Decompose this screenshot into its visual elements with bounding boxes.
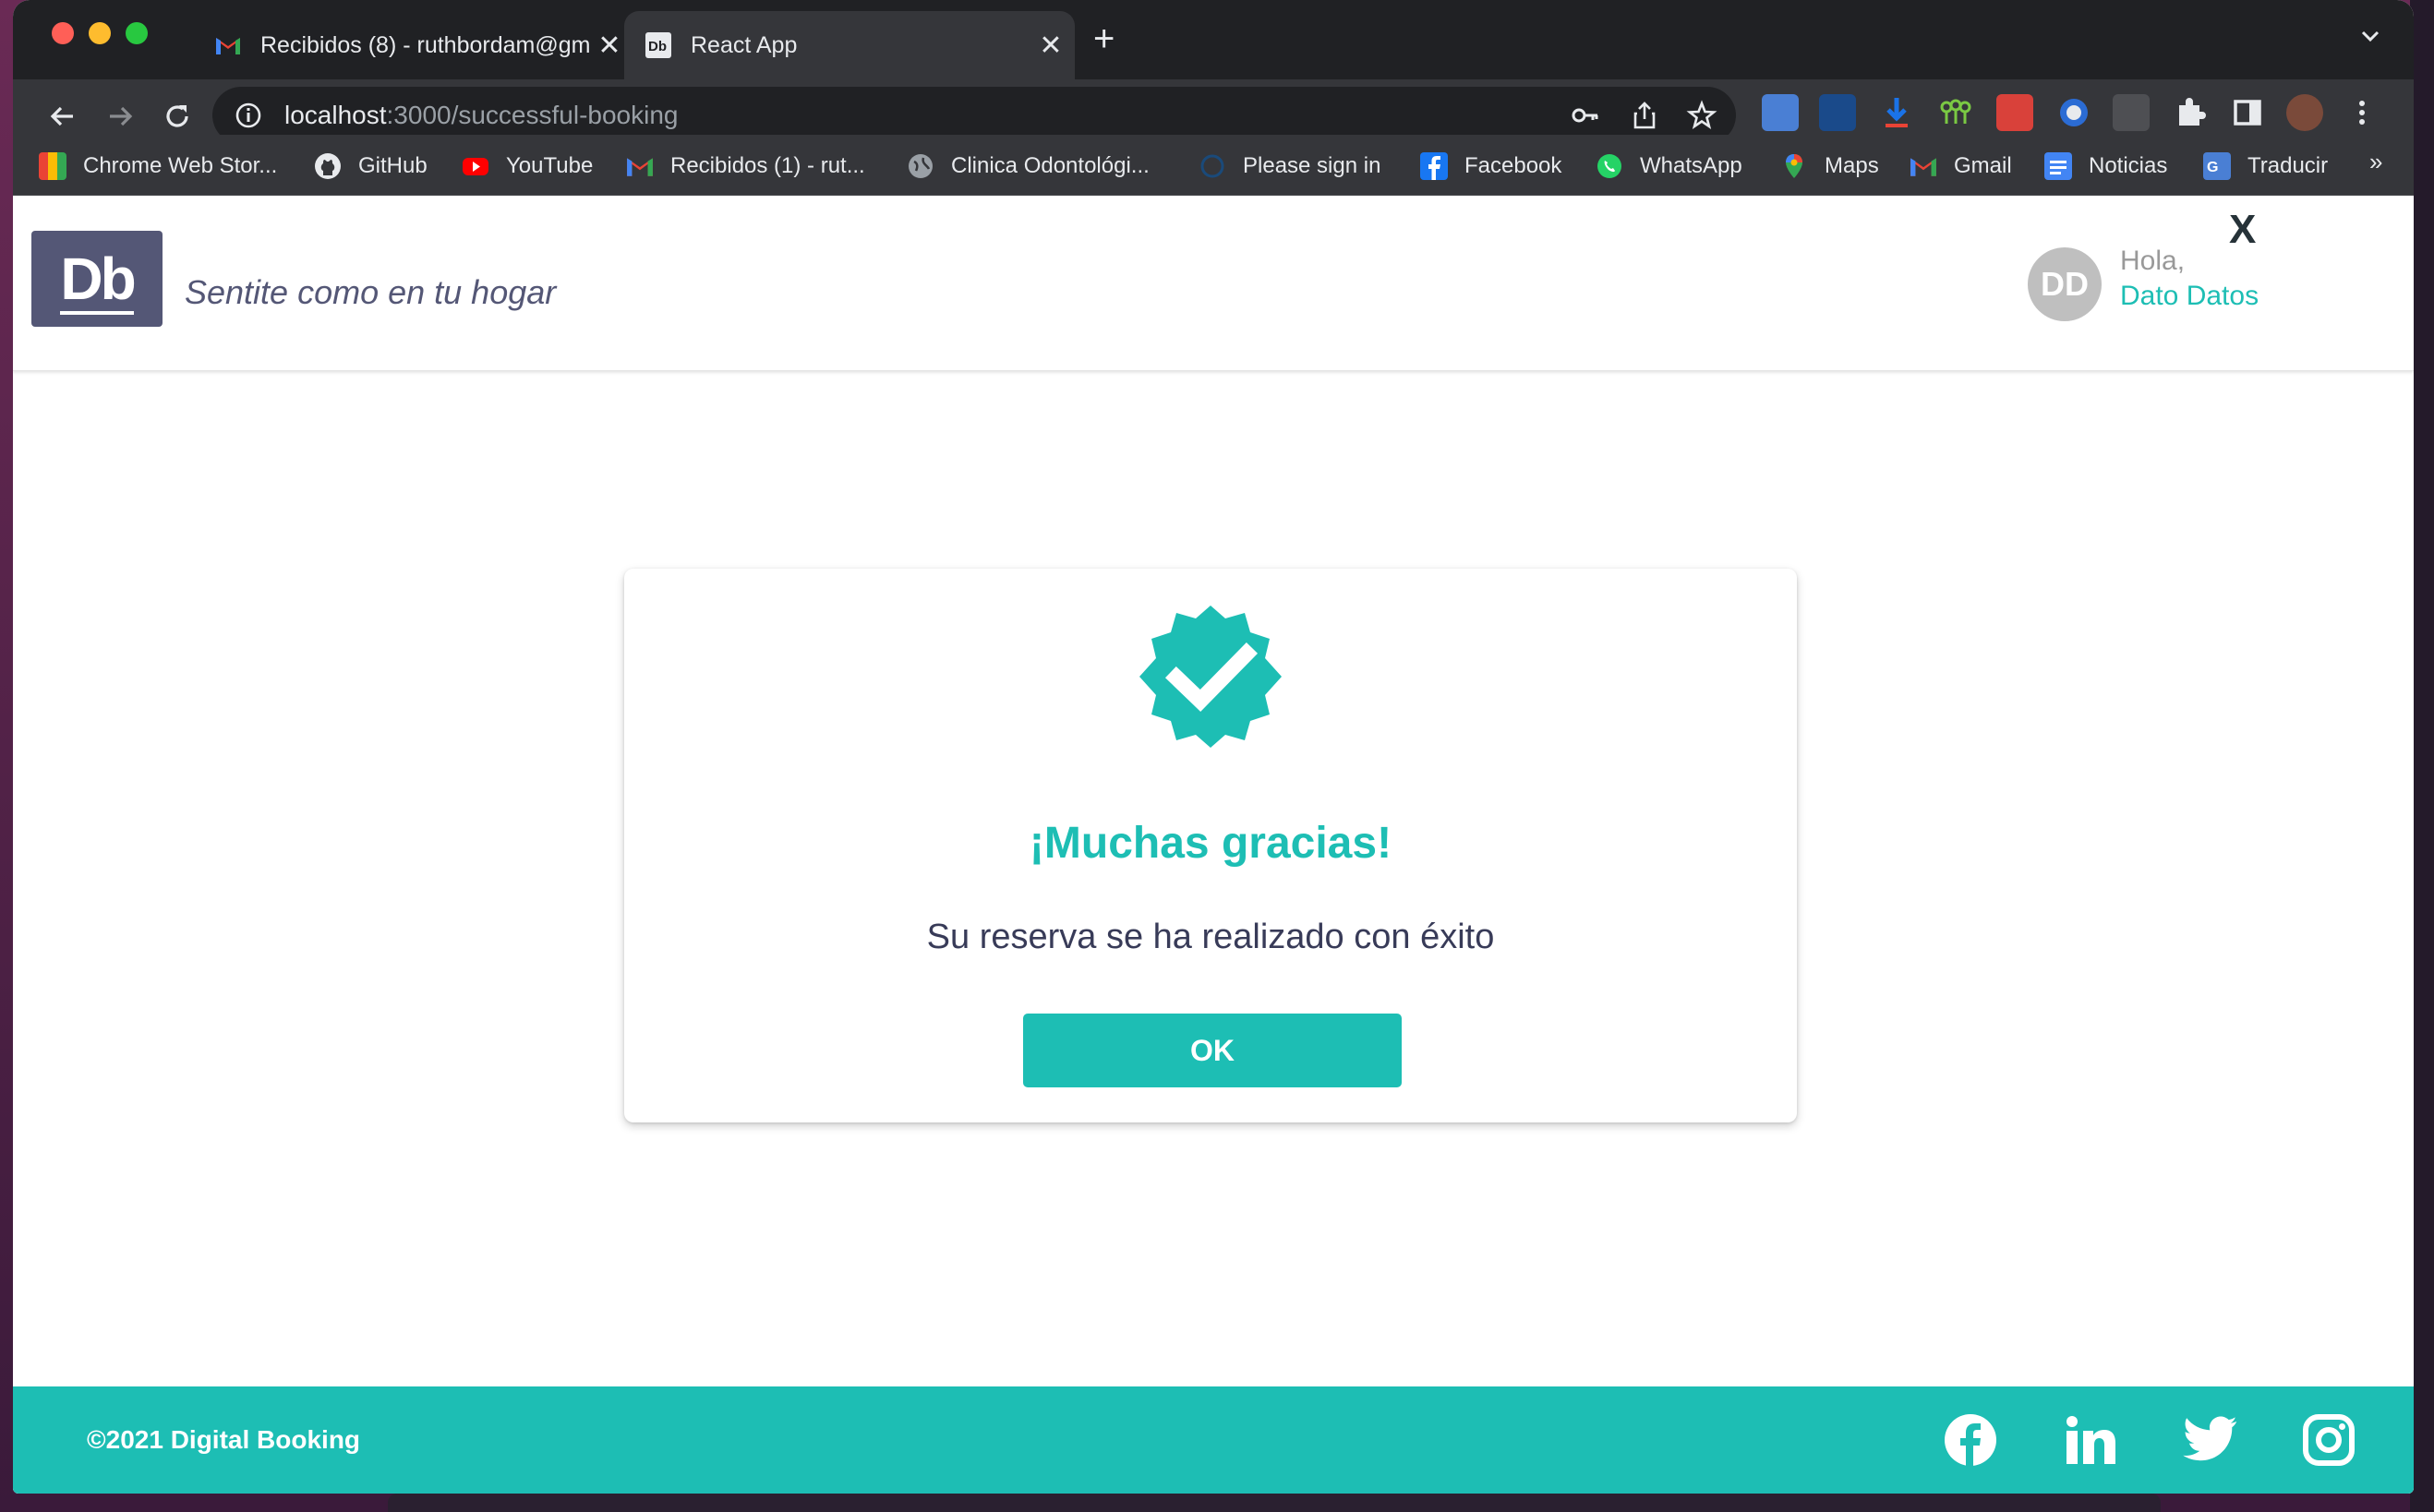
bookmark-label: Please sign in <box>1243 153 1381 178</box>
github-icon <box>314 152 342 180</box>
metrics-extension-icon[interactable] <box>1937 94 1974 131</box>
extensions-puzzle-icon[interactable] <box>2172 94 2209 131</box>
globe-icon <box>907 152 934 180</box>
logo-text: Db <box>60 246 137 315</box>
success-card: ¡Muchas gracias! Su reserva se ha realiz… <box>624 569 1797 1122</box>
red-extension-icon[interactable] <box>1996 94 2033 131</box>
linkedin-icon[interactable] <box>2063 1412 2118 1468</box>
db-favicon-icon: Db <box>645 31 672 59</box>
bookmark-whatsapp[interactable]: WhatsApp <box>1596 148 1742 185</box>
blue-circle-extension-icon[interactable] <box>2055 94 2092 131</box>
success-title: ¡Muchas gracias! <box>1029 819 1392 868</box>
verified-check-badge-icon <box>1139 606 1282 748</box>
instagram-icon[interactable] <box>2301 1412 2356 1468</box>
reload-icon[interactable] <box>155 94 199 138</box>
bookmark-label: Recibidos (1) - rut... <box>670 153 865 178</box>
bookmark-label: Clinica Odontológi... <box>951 153 1150 178</box>
avatar-initials: DD <box>2041 265 2089 303</box>
bookmark-traducir[interactable]: G Traducir <box>2203 148 2328 185</box>
user-greeting: Hola, <box>2120 246 2186 276</box>
ok-button[interactable]: OK <box>1023 1014 1402 1087</box>
browser-window: Recibidos (8) - ruthbordam@gmail.com ✕ D… <box>13 0 2414 1494</box>
download-extension-icon[interactable] <box>1878 94 1915 131</box>
facebook-icon <box>1420 152 1448 180</box>
grey-extension-icon[interactable] <box>2113 94 2150 131</box>
window-zoom-button[interactable] <box>126 22 148 44</box>
app-footer: ©2021 Digital Booking <box>13 1386 2414 1494</box>
tab-title: Recibidos (8) - ruthbordam@gmail.com <box>260 31 591 58</box>
whatsapp-icon <box>1596 152 1623 180</box>
bookmark-facebook[interactable]: Facebook <box>1420 148 1561 185</box>
window-close-button[interactable] <box>52 22 74 44</box>
star-icon[interactable] <box>1686 100 1717 131</box>
bookmark-noticias[interactable]: Noticias <box>2044 148 2167 185</box>
tab-close-icon[interactable]: ✕ <box>1032 30 1069 62</box>
facebook-icon[interactable] <box>1943 1412 1998 1468</box>
bookmark-label: WhatsApp <box>1640 153 1742 178</box>
site-info-icon[interactable] <box>233 100 264 131</box>
bookmark-recibidos[interactable]: Recibidos (1) - rut... <box>626 148 865 185</box>
signin-icon <box>1199 152 1226 180</box>
profile-avatar-icon[interactable] <box>2286 94 2323 131</box>
bookmark-label: Gmail <box>1954 153 2012 178</box>
logout-close-button[interactable]: X <box>2229 207 2256 253</box>
bookmark-github[interactable]: GitHub <box>314 148 428 185</box>
kebab-menu-icon[interactable] <box>2344 94 2380 131</box>
gmail-icon <box>626 152 654 180</box>
user-name: Dato Datos <box>2120 281 2259 311</box>
google-translate-extension-icon[interactable] <box>1762 94 1799 131</box>
tab-gmail[interactable]: Recibidos (8) - ruthbordam@gmail.com ✕ <box>194 11 633 79</box>
bookmarks-overflow-button[interactable]: » <box>2369 148 2382 176</box>
copyright-text: ©2021 Digital Booking <box>87 1425 361 1454</box>
bookmark-label: Traducir <box>2247 153 2329 178</box>
youtube-icon <box>462 152 489 180</box>
bookmark-label: YouTube <box>506 153 594 178</box>
window-minimize-button[interactable] <box>89 22 111 44</box>
logo[interactable]: Db <box>31 231 163 327</box>
bookmark-chrome-web-store[interactable]: Chrome Web Stor... <box>39 148 277 185</box>
twitter-icon[interactable] <box>2183 1412 2238 1468</box>
avatar: DD <box>2028 247 2102 321</box>
tab-close-icon[interactable]: ✕ <box>591 30 628 62</box>
svg-text:G: G <box>2207 160 2218 175</box>
news-icon <box>2044 152 2072 180</box>
url-text: localhost:3000/successful-booking <box>284 101 679 129</box>
bookmark-label: Chrome Web Stor... <box>83 153 278 178</box>
success-message: Su reserva se ha realizado con éxito <box>926 918 1495 956</box>
bookmark-youtube[interactable]: YouTube <box>462 148 593 185</box>
translate-icon: G <box>2203 152 2231 180</box>
gmail-icon <box>1910 152 1937 180</box>
bookmark-label: Facebook <box>1464 153 1562 178</box>
tab-react-app[interactable]: Db React App ✕ <box>624 11 1075 79</box>
forward-icon[interactable] <box>98 94 142 138</box>
bookmark-label: Maps <box>1825 153 1879 178</box>
dock <box>388 1494 2161 1512</box>
side-panel-icon[interactable] <box>2229 94 2266 131</box>
bookmarks-bar: Chrome Web Stor... GitHub YouTube Recibi… <box>13 135 2414 196</box>
share-icon[interactable] <box>1629 100 1660 131</box>
chrome-web-store-icon <box>39 152 66 180</box>
bookmark-label: Noticias <box>2089 153 2168 178</box>
tab-title: React App <box>691 31 798 58</box>
new-extension-icon[interactable] <box>1819 94 1856 131</box>
app-viewport: Db Sentite como en tu hogar DD Hola, Dat… <box>13 196 2414 1494</box>
tab-strip: Recibidos (8) - ruthbordam@gmail.com ✕ D… <box>13 0 2414 79</box>
new-tab-icon[interactable]: + <box>1093 18 1115 60</box>
bookmark-clinica[interactable]: Clinica Odontológi... <box>907 148 1150 185</box>
key-icon[interactable] <box>1570 100 1601 131</box>
maps-icon <box>1780 152 1808 180</box>
slogan: Sentite como en tu hogar <box>185 273 557 311</box>
bookmark-gmail[interactable]: Gmail <box>1910 148 2012 185</box>
gmail-icon <box>214 31 242 59</box>
app-header: Db Sentite como en tu hogar DD Hola, Dat… <box>13 196 2414 371</box>
bookmark-maps[interactable]: Maps <box>1780 148 1879 185</box>
bookmark-label: GitHub <box>358 153 428 178</box>
svg-text:Db: Db <box>648 39 667 54</box>
back-icon[interactable] <box>41 94 85 138</box>
bookmark-please-sign-in[interactable]: Please sign in <box>1199 148 1380 185</box>
chevron-down-icon[interactable] <box>2358 24 2382 53</box>
